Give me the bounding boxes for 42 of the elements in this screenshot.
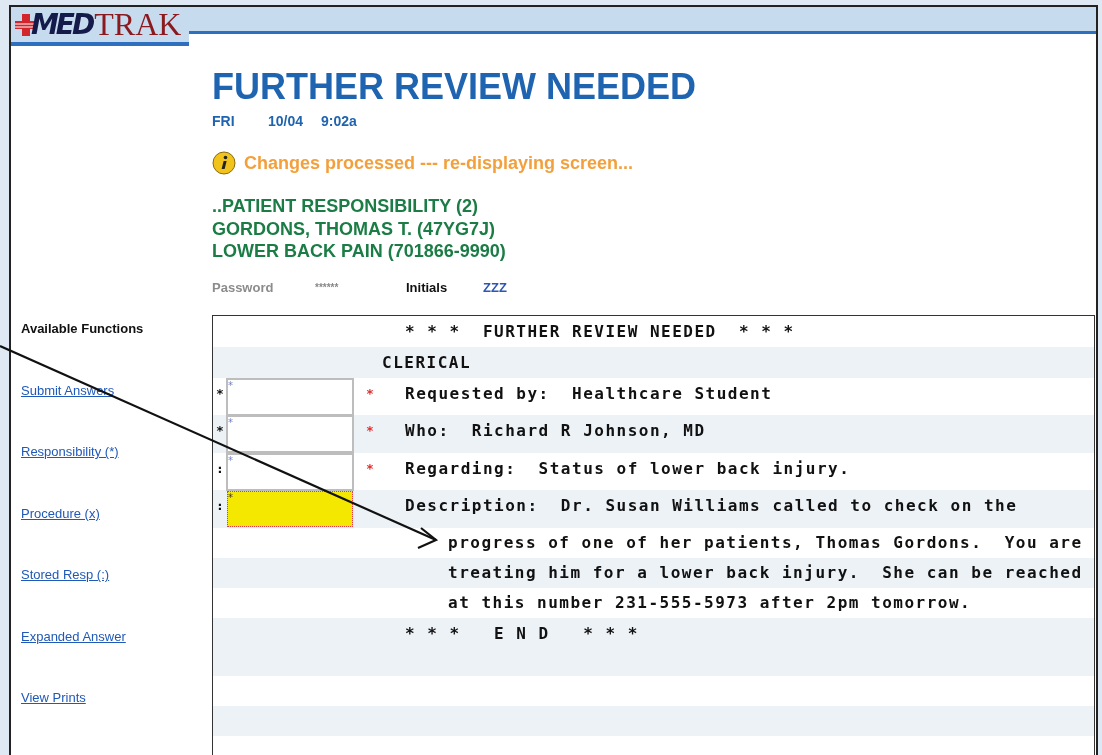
initials-label: Initials [406, 279, 449, 296]
required-mark: * [366, 385, 374, 401]
password-value: ****** [315, 280, 340, 295]
logo-text: TRAK [94, 7, 182, 43]
description-text: progress of one of her patients, Thomas Gordons. You are [447, 533, 1083, 552]
context-line: LOWER BACK PAIN (701866-9990) [212, 240, 507, 263]
date-text: FRI [212, 113, 236, 129]
info-icon [212, 151, 236, 175]
field-marker: * [215, 422, 225, 438]
function-link[interactable]: View Prints [21, 690, 86, 706]
field-marker: : [215, 459, 225, 476]
answer-field[interactable]: * [226, 415, 354, 453]
function-link[interactable]: Responsibility (*) [21, 444, 119, 460]
sidebar-heading: Available Functions [21, 321, 145, 337]
page-title: FURTHER REVIEW NEEDED [212, 67, 698, 107]
required-mark: * [366, 460, 374, 476]
answer-field[interactable]: * [227, 491, 353, 527]
field-text: Regarding: Status of lower back injury. [405, 457, 851, 478]
field-marker: : [215, 497, 225, 513]
field-marker: * [215, 384, 225, 401]
section-heading: CLERICAL [381, 352, 472, 372]
description-text: at this number 231-555-5973 after 2pm tomorrow. [447, 593, 972, 612]
function-link[interactable]: Expanded Answer [21, 628, 126, 645]
function-link[interactable]: Procedure (x) [21, 505, 100, 522]
logo-text: MED [31, 8, 93, 41]
field-text: Requested by: Healthcare Student [405, 382, 773, 403]
field-text: Description: Dr. Susan Williams called to check on the [405, 495, 1018, 515]
answer-field[interactable]: * [226, 452, 354, 491]
date-text: 10/04 [268, 113, 305, 129]
required-mark: * [366, 423, 374, 438]
function-link[interactable]: Stored Resp (:) [21, 567, 110, 583]
banner-text: * * * E N D * * * [404, 623, 639, 643]
password-label: Password [212, 279, 275, 296]
context-line: GORDONS, THOMAS T. (47YG7J) [212, 217, 497, 240]
banner-text: * * * FURTHER REVIEW NEEDED * * * [404, 321, 795, 341]
answer-field[interactable]: * [226, 377, 354, 416]
context-line: ..PATIENT RESPONSIBILITY (2) [212, 195, 480, 218]
date-text: 9:02a [321, 113, 357, 129]
field-text: Who: Richard R Johnson, MD [405, 420, 706, 440]
initials-value: ZZZ [483, 279, 507, 296]
description-text: treating him for a lower back injury. She can be reached [447, 563, 1083, 582]
status-message: Changes processed --- re-displaying screen... [244, 152, 634, 174]
